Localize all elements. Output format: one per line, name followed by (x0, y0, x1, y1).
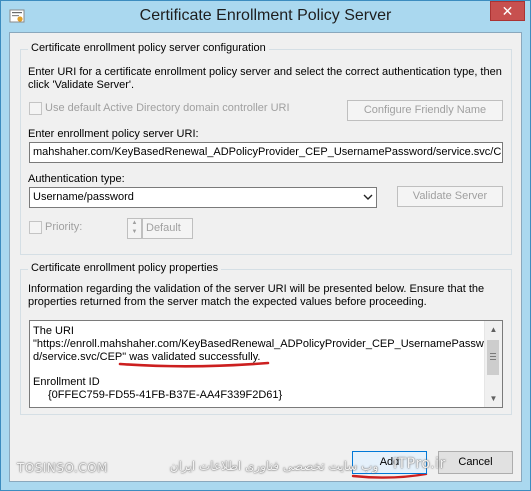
auth-type-select[interactable]: Username/password (29, 187, 377, 208)
result-scrollbar[interactable]: ▲ ▼ (484, 321, 502, 407)
config-group-title: Certificate enrollment policy server con… (28, 42, 269, 54)
close-icon: ✕ (501, 3, 514, 19)
default-ad-checkbox[interactable] (29, 102, 42, 115)
watermark-left: TOSINSO.COM (17, 461, 108, 475)
result-line-2: "https://enroll.mahshaher.com/KeyBasedRe… (33, 338, 494, 350)
config-instructions-line-2: click 'Validate Server'. (28, 79, 135, 91)
close-button[interactable]: ✕ (490, 1, 525, 21)
enrollment-id-label: Enrollment ID (33, 376, 100, 388)
uri-input[interactable]: mahshaher.com/KeyBasedRenewal_ADPolicyPr… (29, 142, 503, 163)
watermark-middle: وب سایت تخصصی فناوری اطلاعات ایران (169, 459, 379, 473)
chevron-down-icon[interactable] (363, 192, 373, 202)
spinner-up-icon[interactable]: ▲ (128, 219, 141, 228)
validation-result-box[interactable]: The URI "https://enroll.mahshaher.com/Ke… (29, 320, 503, 408)
default-ad-label: Use default Active Directory domain cont… (45, 102, 290, 114)
cancel-button[interactable]: Cancel (438, 451, 513, 474)
scroll-up-icon[interactable]: ▲ (485, 321, 502, 338)
dialog-window: Certificate Enrollment Policy Server ✕ C… (0, 0, 531, 491)
title-bar[interactable]: Certificate Enrollment Policy Server ✕ (1, 1, 530, 32)
config-instructions-line-1: Enter URI for a certificate enrollment p… (28, 66, 502, 78)
properties-info-line-1: Information regarding the validation of … (28, 283, 485, 295)
auth-type-value: Username/password (33, 191, 134, 203)
configure-friendly-name-button[interactable]: Configure Friendly Name (347, 100, 503, 121)
priority-checkbox[interactable] (29, 221, 42, 234)
config-group: Certificate enrollment policy server con… (20, 42, 512, 255)
dialog-client-area: Certificate enrollment policy server con… (9, 32, 522, 482)
properties-info-line-2: properties returned from the server matc… (28, 296, 427, 308)
enrollment-id-value: {0FFEC759-FD55-41FB-B37E-AA4F339F2D61} (48, 389, 283, 401)
uri-label: Enter enrollment policy server URI: (28, 128, 199, 140)
result-line-1: The URI (33, 325, 74, 337)
validate-server-button[interactable]: Validate Server (397, 186, 503, 207)
cancel-button-label: Cancel (458, 456, 493, 468)
properties-group-title: Certificate enrollment policy properties (28, 262, 222, 274)
window-title: Certificate Enrollment Policy Server (139, 7, 392, 24)
result-line-3: d/service.svc/CEP" was validated success… (33, 351, 261, 363)
priority-spinner[interactable]: ▲ ▼ (127, 218, 142, 239)
auth-type-label: Authentication type: (28, 173, 125, 185)
properties-group: Certificate enrollment policy properties… (20, 262, 512, 415)
spinner-down-icon[interactable]: ▼ (128, 228, 141, 237)
priority-label: Priority: (45, 221, 83, 233)
watermark-right: ITPro.ir (393, 456, 446, 472)
scroll-thumb[interactable] (487, 340, 499, 375)
scroll-down-icon[interactable]: ▼ (485, 390, 502, 407)
priority-default-field: Default (142, 218, 193, 239)
priority-default-label: Default (146, 222, 181, 234)
